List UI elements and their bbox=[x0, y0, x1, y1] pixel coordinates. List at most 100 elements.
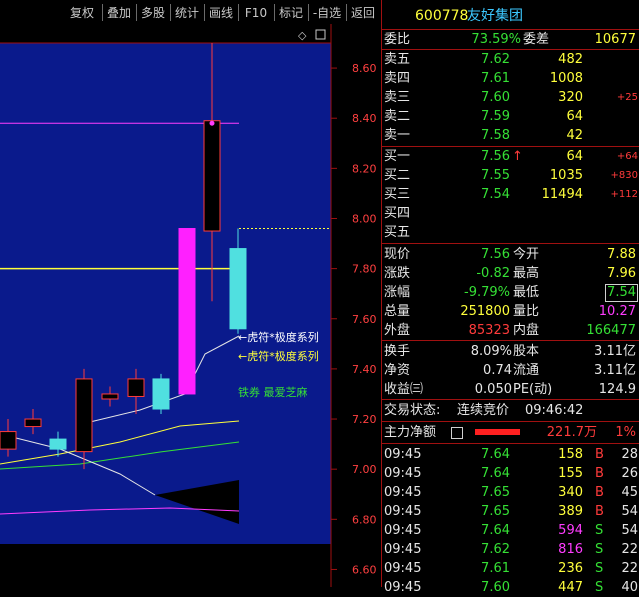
sell-order-label: 卖二 bbox=[384, 109, 411, 124]
tick-row[interactable]: 09:45 7.62 816 S 22 bbox=[381, 540, 639, 559]
candle-body[interactable] bbox=[152, 378, 170, 410]
toolbar-tongji-button[interactable]: 统计 bbox=[170, 4, 204, 22]
tick-row[interactable]: 09:45 7.64 158 B 28 bbox=[381, 445, 639, 464]
zongliang-label: 总量 bbox=[384, 304, 411, 319]
tick-volume: 158 bbox=[558, 447, 583, 462]
toolbar-fuquan-button[interactable]: 复权 bbox=[62, 4, 102, 22]
divider bbox=[381, 443, 639, 444]
tick-side: S bbox=[595, 580, 604, 595]
tick-side: S bbox=[595, 523, 604, 538]
sell-order-row[interactable]: 卖二 7.59 64 bbox=[381, 107, 639, 126]
trading-status-time: 09:46:42 bbox=[525, 403, 584, 418]
neipan-label: 内盘 bbox=[513, 323, 540, 338]
tick-time: 09:45 bbox=[384, 542, 422, 557]
toolbar-zixuan-button[interactable]: -自选 bbox=[308, 4, 346, 22]
tick-price: 7.65 bbox=[481, 485, 510, 500]
stats-row-3: 收益㈢ 0.050 PE(动) 124.9 bbox=[381, 380, 639, 399]
tick-volume: 447 bbox=[558, 580, 583, 595]
tick-side: B bbox=[595, 485, 604, 500]
sell-order-row[interactable]: 卖一 7.58 42 bbox=[381, 126, 639, 145]
buy-order-row[interactable]: 买一 7.56 ↑ 64 +64 bbox=[381, 147, 639, 166]
buy-order-change: +64 bbox=[616, 151, 638, 162]
zhangfu-value: -9.79% bbox=[464, 285, 510, 300]
trading-status-value: 连续竞价 bbox=[457, 403, 510, 418]
jingzi-value: 0.74 bbox=[483, 363, 512, 378]
price-tick-label: 8.20 bbox=[352, 162, 377, 175]
candle-body[interactable] bbox=[178, 228, 196, 395]
candle-body[interactable] bbox=[75, 378, 93, 453]
sell-order-volume: 320 bbox=[558, 90, 583, 105]
candle-body[interactable] bbox=[0, 431, 17, 450]
tick-row[interactable]: 09:45 7.64 155 B 26 bbox=[381, 464, 639, 483]
tick-row[interactable]: 09:45 7.61 236 S 22 bbox=[381, 559, 639, 578]
pe-value: 124.9 bbox=[598, 382, 636, 397]
main-force-bar-fill bbox=[475, 429, 520, 435]
tick-volume: 816 bbox=[558, 542, 583, 557]
sell-order-price: 7.62 bbox=[481, 52, 510, 67]
chart-annotation-3: 铁券 最爱芝麻 bbox=[238, 385, 308, 399]
toolbar-diejia-button[interactable]: 叠加 bbox=[102, 4, 136, 22]
quote-row-5: 外盘 85323 内盘 166477 bbox=[381, 321, 639, 340]
stock-code: 600778 bbox=[415, 8, 469, 24]
tick-time: 09:45 bbox=[384, 485, 422, 500]
zuidi-value: 7.54 bbox=[605, 284, 638, 302]
buy-order-row[interactable]: 买五 bbox=[381, 223, 639, 242]
candle-body[interactable] bbox=[127, 378, 145, 397]
quote-row-2: 涨跌 -0.82 最高 7.96 bbox=[381, 264, 639, 283]
toolbar-fanhui-button[interactable]: 返回 bbox=[346, 4, 380, 22]
candle-body[interactable] bbox=[101, 393, 119, 400]
stats-row-1: 换手 8.09% 股本 3.11亿 bbox=[381, 342, 639, 361]
toolbar-huaxian-button[interactable]: 画线 bbox=[204, 4, 238, 22]
buy-order-label: 买四 bbox=[384, 206, 411, 221]
tick-row[interactable]: 09:45 7.65 340 B 45 bbox=[381, 483, 639, 502]
jinkai-label: 今开 bbox=[513, 247, 540, 262]
buy-order-change: +112 bbox=[610, 189, 638, 200]
main-force-list-icon[interactable] bbox=[451, 427, 463, 439]
tick-side: B bbox=[595, 504, 604, 519]
tick-row[interactable]: 09:45 7.64 594 S 54 bbox=[381, 521, 639, 540]
weibi-label: 委比 bbox=[384, 32, 411, 47]
main-force-row: 主力净额 221.7万 1% bbox=[381, 423, 639, 442]
buy-order-row[interactable]: 买三 7.54 11494 +112 bbox=[381, 185, 639, 204]
tick-volume: 340 bbox=[558, 485, 583, 500]
tick-row[interactable]: 09:45 7.60 447 S 40 bbox=[381, 578, 639, 597]
toolbar-biaoji-button[interactable]: 标记 bbox=[274, 4, 308, 22]
toolbar-duogu-button[interactable]: 多股 bbox=[136, 4, 170, 22]
quote-row-1: 现价 7.56 今开 7.88 bbox=[381, 245, 639, 264]
tick-volume: 155 bbox=[558, 466, 583, 481]
tick-count: 45 bbox=[621, 485, 638, 500]
candle-body[interactable] bbox=[203, 120, 221, 232]
candle-body[interactable] bbox=[24, 418, 42, 428]
neipan-value: 166477 bbox=[586, 323, 636, 338]
sell-order-row[interactable]: 卖五 7.62 482 bbox=[381, 50, 639, 69]
zhangdie-label: 涨跌 bbox=[384, 266, 411, 281]
weicha-value: 10677 bbox=[594, 32, 636, 47]
candle-body[interactable] bbox=[229, 248, 247, 330]
stock-name[interactable]: 友好集团 bbox=[467, 5, 523, 27]
price-tick-label: 7.00 bbox=[352, 463, 377, 476]
tick-row[interactable]: 09:45 7.65 389 B 54 bbox=[381, 502, 639, 521]
jingzi-label: 净资 bbox=[384, 363, 411, 378]
price-tick-label: 8.60 bbox=[352, 62, 377, 75]
liangbi-label: 量比 bbox=[513, 304, 540, 319]
chart-blue-area bbox=[0, 43, 331, 544]
sell-order-volume: 64 bbox=[566, 109, 583, 124]
buy-order-row[interactable]: 买四 bbox=[381, 204, 639, 223]
zhangdie-value: -0.82 bbox=[476, 266, 510, 281]
tick-side: S bbox=[595, 542, 604, 557]
candlestick-chart[interactable]: ◇ 8.60 8.40 8.20 8.00 7.80 7.60 7.40 7.20 7.00 6.… bbox=[0, 24, 381, 587]
buy-order-label: 买一 bbox=[384, 149, 411, 164]
chart-diamond-icon[interactable]: ◇ bbox=[298, 29, 307, 42]
buy-order-change: +830 bbox=[610, 170, 638, 181]
main-force-value: 221.7万 bbox=[546, 425, 597, 440]
weibi-value: 73.59% bbox=[471, 32, 521, 47]
buy-order-row[interactable]: 买二 7.55 1035 +830 bbox=[381, 166, 639, 185]
tick-side: B bbox=[595, 447, 604, 462]
quote-panel: 600778 友好集团 委比 73.59% 委差 10677 卖五 7.62 482… bbox=[381, 0, 639, 595]
quote-row-3: 涨幅 -9.79% 最低 7.54 bbox=[381, 283, 639, 302]
sell-order-row[interactable]: 卖四 7.61 1008 bbox=[381, 69, 639, 88]
toolbar-f10-button[interactable]: F10 bbox=[238, 4, 274, 22]
jinkai-value: 7.88 bbox=[607, 247, 636, 262]
sell-order-row[interactable]: 卖三 7.60 320 +25 bbox=[381, 88, 639, 107]
candle-body[interactable] bbox=[49, 438, 67, 450]
